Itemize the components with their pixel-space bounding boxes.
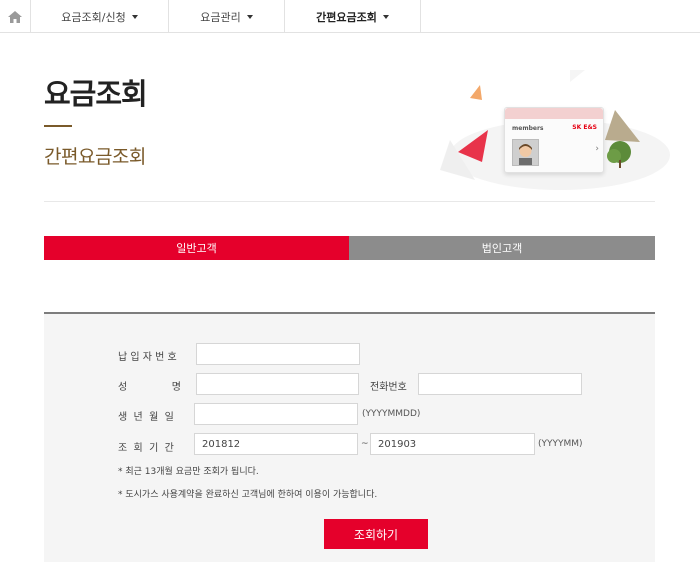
note-contract-required: * 도시가스 사용계약을 완료하신 고객님에 한하여 이용이 가능합니다. bbox=[118, 490, 378, 500]
card-members-text: members bbox=[512, 125, 544, 132]
birthdate-format-hint: (YYYYMMDD) bbox=[362, 409, 421, 419]
person-avatar-icon bbox=[512, 139, 539, 166]
tab-general-customer[interactable]: 일반고객 bbox=[44, 236, 349, 260]
nav-item-billing-inquiry[interactable]: 요금조회/신청 bbox=[31, 0, 169, 33]
top-navigation: 요금조회/신청 요금관리 간편요금조회 bbox=[0, 0, 700, 33]
nav-item-quick-inquiry[interactable]: 간편요금조회 bbox=[285, 0, 421, 33]
tab-corporate-customer[interactable]: 법인고객 bbox=[349, 236, 655, 260]
submit-inquiry-button[interactable]: 조회하기 bbox=[324, 519, 428, 549]
page-subtitle: 간편요금조회 bbox=[44, 146, 146, 168]
header-illustration: members SK E&S › bbox=[420, 60, 670, 195]
name-label: 성 명 bbox=[118, 382, 181, 393]
phone-input[interactable] bbox=[418, 373, 582, 395]
membership-card: members SK E&S › bbox=[504, 107, 604, 173]
page-title: 요금조회 bbox=[44, 77, 148, 111]
period-separator: ~ bbox=[361, 439, 369, 449]
nav-item-billing-management[interactable]: 요금관리 bbox=[169, 0, 285, 33]
period-to-input[interactable] bbox=[370, 433, 535, 455]
birthdate-label: 생 년 월 일 bbox=[118, 412, 174, 423]
period-from-input[interactable] bbox=[194, 433, 358, 455]
caret-down-icon bbox=[246, 14, 253, 19]
home-button[interactable] bbox=[0, 0, 31, 33]
customer-number-label: 납 입 자 번 호 bbox=[118, 352, 177, 363]
home-icon bbox=[8, 10, 22, 23]
nav-item-label: 요금조회/신청 bbox=[61, 10, 126, 24]
period-format-hint: (YYYYMM) bbox=[538, 439, 583, 449]
nav-item-label: 간편요금조회 bbox=[316, 10, 377, 24]
title-divider bbox=[44, 125, 72, 127]
card-stripe bbox=[505, 108, 603, 119]
birthdate-input[interactable] bbox=[194, 403, 358, 425]
caret-down-icon bbox=[131, 14, 138, 19]
name-input[interactable] bbox=[196, 373, 359, 395]
caret-down-icon bbox=[382, 14, 389, 19]
phone-label: 전화번호 bbox=[370, 382, 407, 393]
inquiry-form: 납 입 자 번 호 성 명 전화번호 생 년 월 일 (YYYYMMDD) 조 … bbox=[44, 312, 655, 562]
header-divider bbox=[44, 201, 655, 202]
customer-number-input[interactable] bbox=[196, 343, 360, 365]
chevron-right-icon: › bbox=[595, 144, 599, 154]
note-13-months: * 최근 13개월 요금만 조회가 됩니다. bbox=[118, 467, 259, 477]
card-logo: SK E&S bbox=[572, 124, 597, 131]
period-label: 조 회 기 간 bbox=[118, 443, 174, 454]
nav-item-label: 요금관리 bbox=[200, 10, 241, 24]
